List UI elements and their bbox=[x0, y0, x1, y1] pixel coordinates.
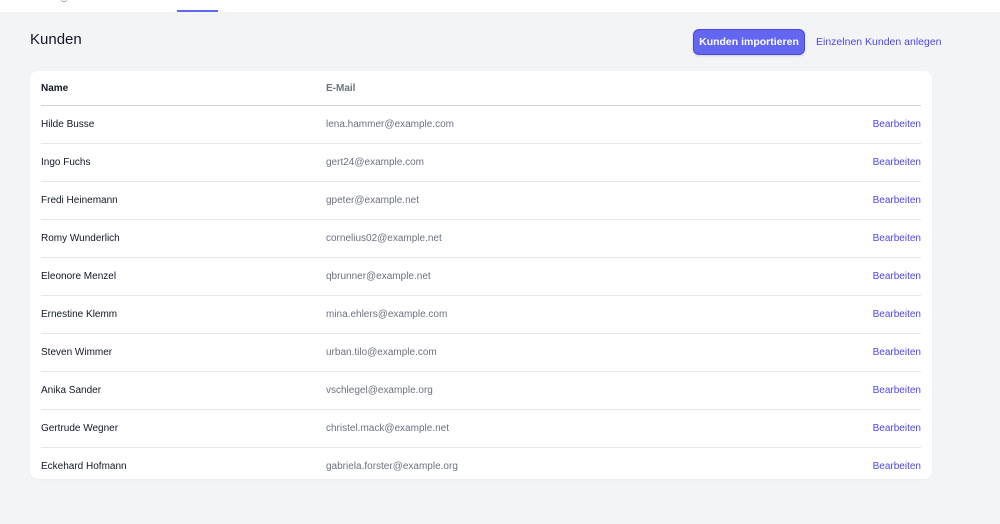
active-tab-indicator bbox=[177, 10, 218, 12]
customer-name: Eckehard Hofmann bbox=[41, 461, 127, 472]
edit-customer-link[interactable]: Bearbeiten bbox=[873, 233, 921, 244]
customer-email: christel.mack@example.net bbox=[326, 409, 771, 448]
customers-table-card: Name E-Mail Hilde Busse lena.hammer@exam… bbox=[30, 71, 932, 479]
edit-customer-link[interactable]: Bearbeiten bbox=[873, 119, 921, 130]
column-header-actions bbox=[771, 71, 921, 106]
create-single-customer-link[interactable]: Einzelnen Kunden anlegen bbox=[816, 36, 942, 48]
nav-tab-partial[interactable] bbox=[60, 0, 68, 2]
edit-customer-link[interactable]: Bearbeiten bbox=[873, 385, 921, 396]
table-row: Ingo Fuchs gert24@example.com Bearbeiten bbox=[41, 143, 921, 182]
import-customers-button[interactable]: Kunden importieren bbox=[693, 29, 805, 55]
customer-email: vschlegel@example.org bbox=[326, 371, 771, 410]
customer-email: mina.ehlers@example.com bbox=[326, 295, 771, 334]
customer-email: cornelius02@example.net bbox=[326, 219, 771, 258]
customer-name: Gertrude Wegner bbox=[41, 409, 326, 448]
customer-email: gert24@example.com bbox=[326, 143, 771, 182]
customer-name: Ingo Fuchs bbox=[41, 143, 326, 182]
table-row: Ernestine Klemm mina.ehlers@example.com … bbox=[41, 295, 921, 334]
column-header-name: Name bbox=[41, 71, 326, 106]
customer-email: gpeter@example.net bbox=[326, 181, 771, 220]
table-row: Hilde Busse lena.hammer@example.com Bear… bbox=[41, 105, 921, 144]
table-row: Eleonore Menzel qbrunner@example.net Bea… bbox=[41, 257, 921, 296]
customer-name: Hilde Busse bbox=[41, 105, 326, 144]
table-row: Steven Wimmer urban.tilo@example.com Bea… bbox=[41, 333, 921, 372]
customer-email: urban.tilo@example.com bbox=[326, 333, 771, 372]
page-title: Kunden bbox=[30, 31, 82, 48]
table-row: Romy Wunderlich cornelius02@example.net … bbox=[41, 219, 921, 258]
top-navigation-bar bbox=[0, 0, 1000, 12]
table-header-row: Name E-Mail bbox=[41, 71, 921, 106]
edit-customer-link[interactable]: Bearbeiten bbox=[873, 309, 921, 320]
edit-customer-link[interactable]: Bearbeiten bbox=[873, 423, 921, 434]
customer-name: Ernestine Klemm bbox=[41, 295, 326, 334]
customer-email: qbrunner@example.net bbox=[326, 257, 771, 296]
edit-customer-link[interactable]: Bearbeiten bbox=[873, 461, 921, 472]
page-header: Kunden Kunden importieren Einzelnen Kund… bbox=[30, 29, 942, 55]
edit-customer-link[interactable]: Bearbeiten bbox=[873, 157, 921, 168]
customer-name: Anika Sander bbox=[41, 371, 326, 410]
table-row: Anika Sander vschlegel@example.org Bearb… bbox=[41, 371, 921, 410]
table-row: Fredi Heinemann gpeter@example.net Bearb… bbox=[41, 181, 921, 220]
table-row: Gertrude Wegner christel.mack@example.ne… bbox=[41, 409, 921, 448]
column-header-email: E-Mail bbox=[326, 71, 771, 106]
customer-name: Steven Wimmer bbox=[41, 333, 326, 372]
edit-customer-link[interactable]: Bearbeiten bbox=[873, 195, 921, 206]
customer-name: Fredi Heinemann bbox=[41, 181, 326, 220]
customers-table: Name E-Mail Hilde Busse lena.hammer@exam… bbox=[41, 71, 921, 485]
customer-name: Eleonore Menzel bbox=[41, 257, 326, 296]
table-row: Eckehard Hofmann gabriela.forster@exampl… bbox=[41, 448, 921, 486]
edit-customer-link[interactable]: Bearbeiten bbox=[873, 347, 921, 358]
customer-email: gabriela.forster@example.org bbox=[326, 461, 458, 472]
edit-customer-link[interactable]: Bearbeiten bbox=[873, 271, 921, 282]
customer-name: Romy Wunderlich bbox=[41, 219, 326, 258]
customer-email: lena.hammer@example.com bbox=[326, 105, 771, 144]
